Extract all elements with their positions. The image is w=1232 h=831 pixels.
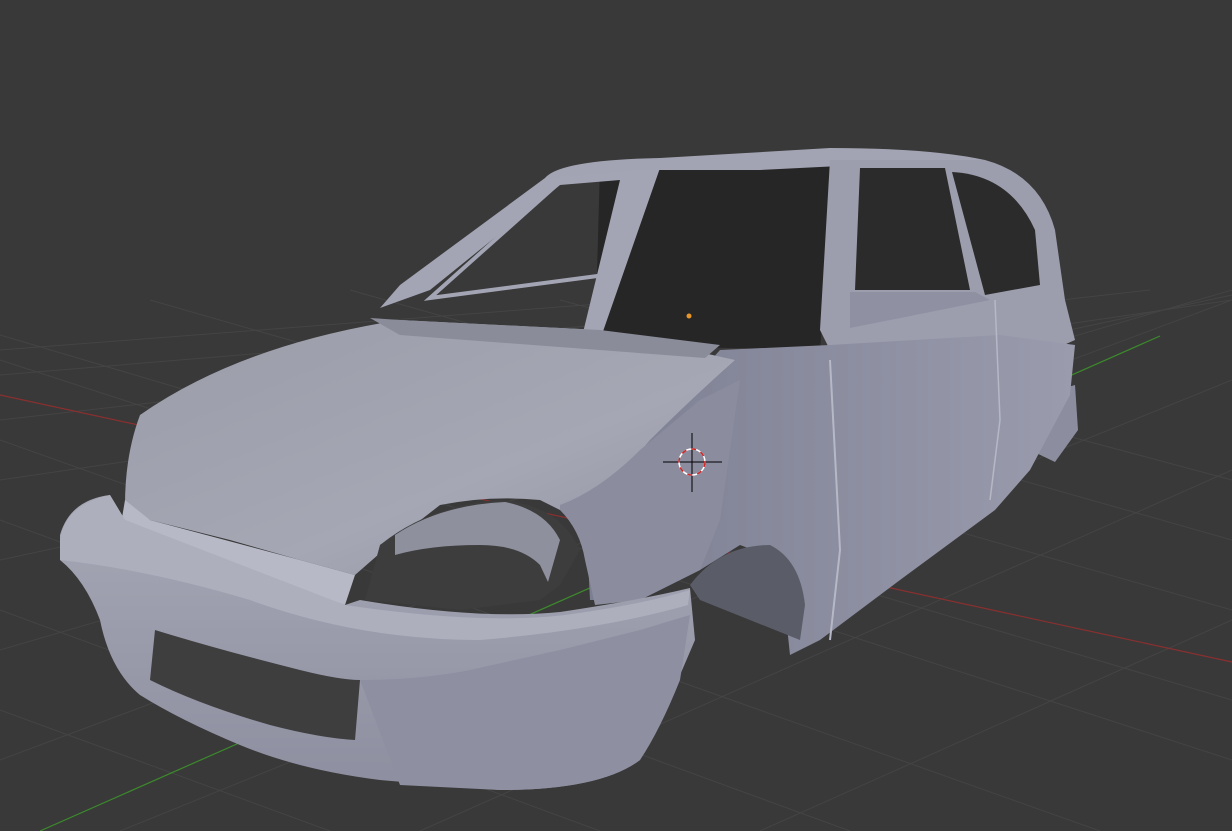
car-body-mesh[interactable] [60,148,1078,790]
object-origin-icon[interactable] [686,313,692,319]
viewport-canvas[interactable] [0,0,1232,831]
3d-viewport[interactable] [0,0,1232,831]
